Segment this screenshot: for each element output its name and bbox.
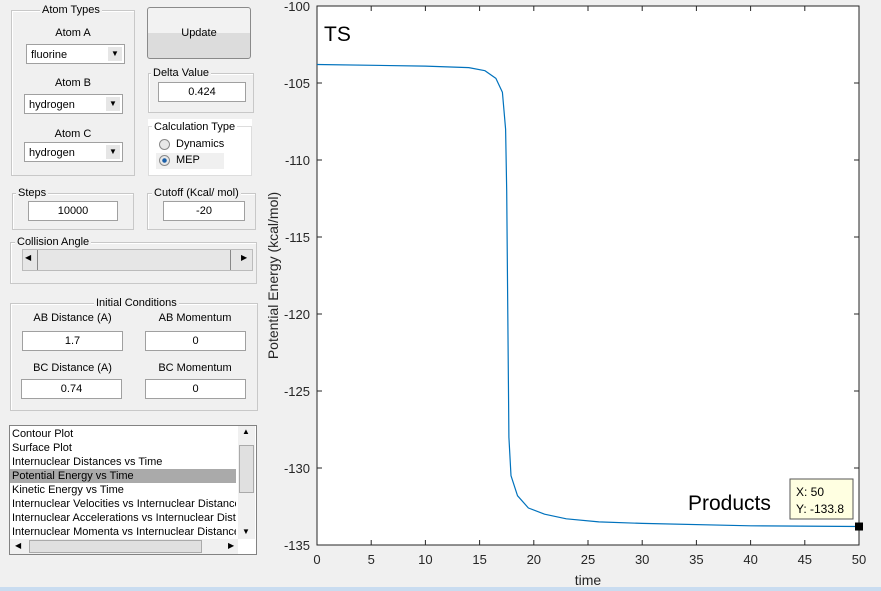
datatip-marker[interactable] xyxy=(855,522,863,531)
y-tick-label: -100 xyxy=(284,0,310,14)
x-tick-label: 5 xyxy=(368,552,375,567)
datatip-x: X: 50 xyxy=(796,485,824,499)
x-tick-label: 35 xyxy=(689,552,703,567)
y-axis-label: Potential Energy (kcal/mol) xyxy=(265,192,281,359)
x-tick-label: 20 xyxy=(527,552,541,567)
ts-annotation: TS xyxy=(324,23,351,46)
x-tick-label: 15 xyxy=(472,552,486,567)
x-tick-label: 45 xyxy=(798,552,812,567)
x-axis-label: time xyxy=(575,572,602,588)
x-tick-label: 0 xyxy=(313,552,320,567)
x-tick-label: 30 xyxy=(635,552,649,567)
x-tick-label: 25 xyxy=(581,552,595,567)
y-tick-label: -105 xyxy=(284,76,310,91)
x-tick-label: 50 xyxy=(852,552,866,567)
datatip-y: Y: -133.8 xyxy=(796,502,844,516)
y-tick-label: -125 xyxy=(284,384,310,399)
potential-energy-chart: 0 5 10 15 20 25 30 35 40 45 50 -100 -105 -110 -115 -120… xyxy=(265,0,866,588)
y-tick-label: -110 xyxy=(285,153,310,168)
y-tick-label: -120 xyxy=(284,307,310,322)
plot-area xyxy=(316,5,860,546)
products-annotation: Products xyxy=(688,492,771,515)
y-tick-label: -130 xyxy=(284,461,310,476)
y-tick-label: -115 xyxy=(285,230,310,245)
x-tick-label: 10 xyxy=(418,552,432,567)
x-tick-label: 40 xyxy=(743,552,757,567)
y-tick-label: -135 xyxy=(284,538,310,553)
